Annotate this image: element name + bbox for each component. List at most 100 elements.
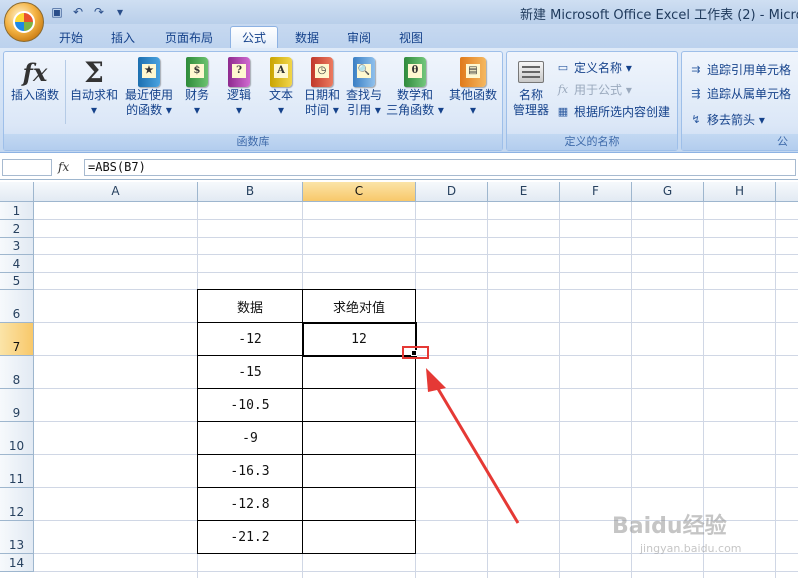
lookup-reference-button[interactable]: 🔍 查找与 引用 ▾ [344,56,384,118]
trace-dependents-icon: ⇶ [691,86,701,100]
column-header-h[interactable]: H [704,182,776,202]
row-header-5[interactable]: 5 [0,273,34,290]
annotation-arrow [426,368,520,524]
name-manager-icon [517,56,545,88]
column-header-g[interactable]: G [632,182,704,202]
row-header-1[interactable]: 1 [0,202,34,220]
column-header-b[interactable]: B [198,182,303,202]
cell-c10[interactable] [303,422,415,454]
tab-home[interactable]: 开始 [50,26,92,48]
worksheet-grid[interactable]: A B C D E F G H 1 2 3 4 5 6 7 8 9 10 11 … [0,182,798,578]
formula-bar: fx =ABS(B7) [0,156,798,180]
tab-data[interactable]: 数据 [286,26,328,48]
function-library-group: fx 插入函数 Σ 自动求和 ▾ ★ 最近使用 的函数 ▾ $ 财务 ▾ ? 逻… [3,51,503,151]
formula-auditing-group: ⇉ 追踪引用单元格 ⇶ 追踪从属单元格 ↯ 移去箭头 ▾ 公 [681,51,798,151]
watermark-logo: Baidu经验 [612,514,727,539]
row-header-2[interactable]: 2 [0,220,34,238]
annotation-highlight-box [402,346,429,359]
lookup-book-icon: 🔍 [350,56,378,88]
office-logo-icon [13,11,35,33]
trace-precedents-button[interactable]: ⇉ 追踪引用单元格 [688,60,791,78]
cell-b12[interactable]: -12.8 [198,488,302,520]
row-header-13[interactable]: 13 [0,521,34,554]
tab-page-layout[interactable]: 页面布局 [156,26,222,48]
math-trig-button[interactable]: θ 数学和 三角函数 ▾ [386,56,444,118]
math-book-icon: θ [401,56,429,88]
watermark-url: jingyan.baidu.com [640,542,742,555]
logical-button[interactable]: ? 逻辑 ▾ [222,56,256,118]
cell-c11[interactable] [303,455,415,487]
customize-icon[interactable]: ▾ [111,4,129,20]
row-header-9[interactable]: 9 [0,389,34,422]
row-header-11[interactable]: 11 [0,455,34,488]
date-book-icon: ◷ [308,56,336,88]
insert-function-button[interactable]: fx 插入函数 [8,56,62,103]
autosum-button[interactable]: Σ 自动求和 ▾ [68,56,120,118]
office-button[interactable] [4,2,44,42]
insert-function-icon[interactable]: fx [58,160,69,174]
more-books-icon: ▤ [459,56,487,88]
more-functions-button[interactable]: ▤ 其他函数 ▾ [446,56,500,118]
cell-b10[interactable]: -9 [198,422,302,454]
column-header-d[interactable]: D [416,182,488,202]
column-header-f[interactable]: F [560,182,632,202]
tab-view[interactable]: 视图 [390,26,432,48]
active-cell-cursor [302,322,417,357]
gridline [34,289,798,290]
define-name-button[interactable]: ▭ 定义名称 ▾ [555,58,632,76]
text-button[interactable]: A 文本 ▾ [264,56,298,118]
cell-b11[interactable]: -16.3 [198,455,302,487]
gridline [34,254,798,255]
cell-c8[interactable] [303,356,415,388]
name-box[interactable] [2,159,52,176]
column-header-i[interactable] [776,182,798,202]
redo-icon[interactable]: ↷ [90,4,108,20]
fx-icon: fx [22,57,48,87]
cell-c6[interactable]: 求绝对值 [303,290,415,322]
undo-icon[interactable]: ↶ [69,4,87,20]
save-icon[interactable]: ▣ [48,4,66,20]
title-bar: ▣ ↶ ↷ ▾ 新建 Microsoft Office Excel 工作表 (2… [0,0,798,24]
create-from-selection-button[interactable]: ▦ 根据所选内容创建 [555,102,670,120]
tab-review[interactable]: 审阅 [338,26,380,48]
cell-b13[interactable]: -21.2 [198,521,302,553]
window-title: 新建 Microsoft Office Excel 工作表 (2) - Micr… [520,8,798,23]
column-header-c[interactable]: C [303,182,416,202]
cell-b8[interactable]: -15 [198,356,302,388]
cell-c13[interactable] [303,521,415,553]
use-in-formula-button[interactable]: fx 用于公式 ▾ [555,80,632,98]
recently-used-button[interactable]: ★ 最近使用 的函数 ▾ [122,56,176,118]
gridline [34,219,798,220]
row-header-6[interactable]: 6 [0,290,34,323]
financial-button[interactable]: $ 财务 ▾ [180,56,214,118]
row-header-4[interactable]: 4 [0,255,34,273]
cell-b6[interactable]: 数据 [198,290,302,322]
cell-c9[interactable] [303,389,415,421]
row-header-8[interactable]: 8 [0,356,34,389]
formula-input[interactable]: =ABS(B7) [84,159,796,176]
column-header-e[interactable]: E [488,182,560,202]
financial-book-icon: $ [183,56,211,88]
cell-b7[interactable]: -12 [198,323,302,355]
trace-dependents-button[interactable]: ⇶ 追踪从属单元格 [688,84,791,102]
column-header-a[interactable]: A [34,182,198,202]
defined-names-group: 名称 管理器 ▭ 定义名称 ▾ fx 用于公式 ▾ ▦ 根据所选内容创建 定义的名称 [506,51,678,151]
gridline [34,388,798,389]
divider [65,60,66,124]
remove-arrows-button[interactable]: ↯ 移去箭头 ▾ [688,110,764,128]
name-manager-button[interactable]: 名称 管理器 [511,56,551,118]
tab-insert[interactable]: 插入 [102,26,144,48]
select-all-corner[interactable] [0,182,34,202]
cell-b9[interactable]: -10.5 [198,389,302,421]
gridline [34,571,798,572]
row-header-12[interactable]: 12 [0,488,34,521]
gridline [34,237,798,238]
row-header-3[interactable]: 3 [0,238,34,255]
date-time-button[interactable]: ◷ 日期和 时间 ▾ [302,56,342,118]
row-header-7[interactable]: 7 [0,323,34,356]
tab-formulas[interactable]: 公式 [230,26,278,48]
row-header-10[interactable]: 10 [0,422,34,455]
cell-c12[interactable] [303,488,415,520]
row-header-14[interactable]: 14 [0,554,34,572]
create-from-selection-icon: ▦ [557,104,569,118]
